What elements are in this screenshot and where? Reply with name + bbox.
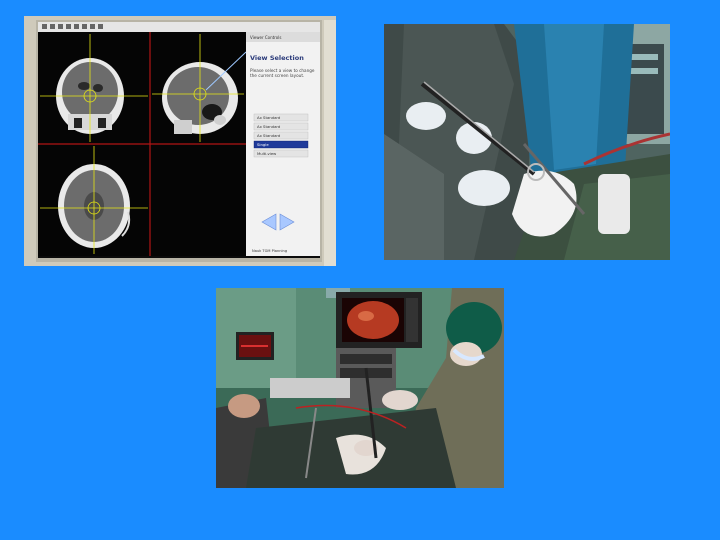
view-selection-description: Please select a view to change the curre… [250, 68, 315, 79]
panel-title: Viewer Controls [250, 35, 281, 40]
photo-surgical-team [384, 24, 670, 260]
view-option[interactable]: Ax Standard [257, 133, 281, 138]
view-option[interactable]: Ax Standard [257, 124, 281, 129]
photo-navigation-monitor: Viewer Controls View Selection Please se… [24, 16, 336, 266]
view-option-selected[interactable]: Single [257, 142, 269, 147]
panel-footer-brand: Nauk TGM Planning [252, 249, 287, 253]
view-option[interactable]: Ax Standard [257, 115, 281, 120]
photo-operating-room [216, 288, 504, 488]
view-option-list: Ax Standard Ax Standard Ax Standard Sing… [253, 113, 309, 158]
view-option[interactable]: Multi-view [257, 151, 276, 156]
view-selection-heading: View Selection [250, 54, 304, 62]
